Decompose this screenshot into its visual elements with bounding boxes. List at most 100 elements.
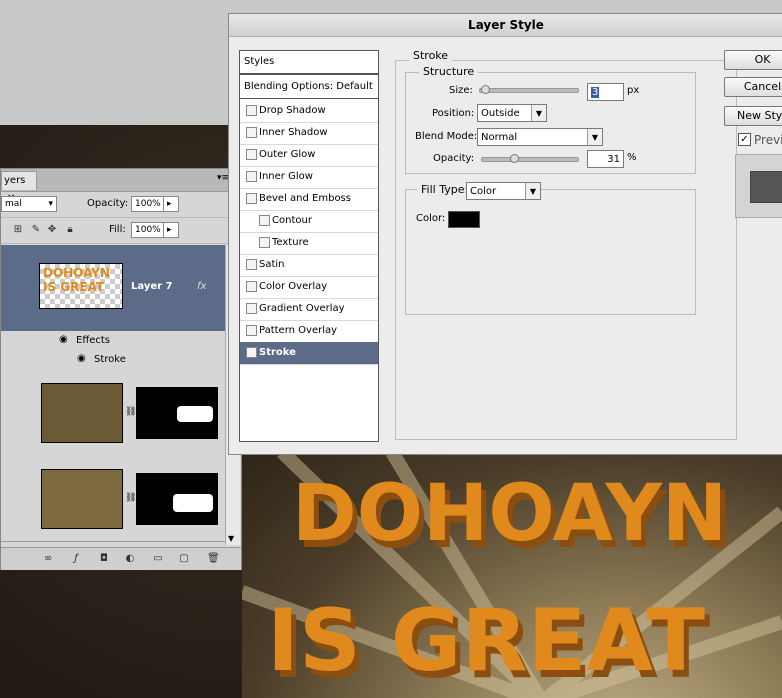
style-checkbox[interactable] <box>246 105 257 116</box>
blend-opacity-row: mal ▾ Opacity: 100% ▸ <box>1 191 241 218</box>
layer-fx-icon[interactable]: fx <box>197 281 206 292</box>
style-checkbox[interactable] <box>246 281 257 292</box>
style-item-gradient-overlay[interactable]: Gradient Overlay <box>240 298 378 321</box>
link-icon[interactable]: ⛓ <box>125 493 136 503</box>
layer-opacity-input[interactable]: 100% <box>131 196 165 212</box>
style-item-inner-glow[interactable]: Inner Glow <box>240 166 378 189</box>
style-item-label: Stroke <box>259 347 296 358</box>
preview-swatch <box>750 171 782 203</box>
lock-position-icon[interactable]: ✥ <box>47 225 57 235</box>
effects-row[interactable]: ◉ Effects <box>1 331 225 351</box>
scroll-down-arrow[interactable]: ▼ <box>228 534 234 543</box>
mask-shape <box>177 406 213 422</box>
layers-bottom-toolbar: ∞ ƒ ◘ ◐ ▭ ▢ 🗑︎ <box>1 547 241 570</box>
style-item-texture[interactable]: Texture <box>240 232 378 255</box>
stroke-color-swatch[interactable] <box>448 211 480 228</box>
adjustment-layer-icon[interactable]: ◐ <box>125 554 135 564</box>
new-style-button[interactable]: New Styl <box>724 106 782 126</box>
opacity-slider-knob[interactable] <box>509 154 519 163</box>
style-item-inner-shadow[interactable]: Inner Shadow <box>240 122 378 145</box>
style-checkbox[interactable] <box>246 149 257 160</box>
size-slider[interactable] <box>479 85 579 94</box>
style-checkbox[interactable] <box>246 325 257 336</box>
new-group-icon[interactable]: ▭ <box>153 554 163 564</box>
layer-row-texture-2[interactable]: ⛓ <box>1 455 225 542</box>
style-item-label: Bevel and Emboss <box>259 193 351 204</box>
lock-fill-row: ⊞ ✎ ✥ 🔒︎ Fill: 100% ▸ <box>1 217 241 244</box>
chevron-down-icon: ▾ <box>48 199 53 209</box>
styles-list: Styles Blending Options: Default Drop Sh… <box>239 50 379 442</box>
opacity-slider[interactable] <box>481 154 579 163</box>
ok-button[interactable]: OK <box>724 50 782 70</box>
style-item-label: Gradient Overlay <box>259 303 345 314</box>
styles-header-label: Styles <box>244 56 275 67</box>
style-checkbox[interactable] <box>246 127 257 138</box>
layer-row-selected[interactable]: DOHOAYN IS GREAT Layer 7 fx <box>1 245 225 332</box>
style-item-outer-glow[interactable]: Outer Glow <box>240 144 378 167</box>
stroke-section-title: Stroke <box>409 49 453 62</box>
style-checkbox[interactable] <box>259 215 270 226</box>
opacity-unit: % <box>627 152 637 163</box>
style-checkbox[interactable] <box>259 237 270 248</box>
add-mask-icon[interactable]: ◘ <box>99 554 109 564</box>
link-layers-icon[interactable]: ∞ <box>43 554 53 564</box>
style-item-pattern-overlay[interactable]: Pattern Overlay <box>240 320 378 343</box>
style-checkbox[interactable] <box>246 193 257 204</box>
size-input[interactable]: 3 <box>587 83 624 101</box>
layer-fill-arrow[interactable]: ▸ <box>163 222 179 238</box>
style-item-satin[interactable]: Satin <box>240 254 378 277</box>
layer-row-texture-1[interactable]: ⛓ <box>1 369 225 456</box>
size-label: Size: <box>449 85 473 96</box>
layer-thumbnail <box>41 383 123 443</box>
style-item-drop-shadow[interactable]: Drop Shadow <box>240 100 378 123</box>
preview-checkbox[interactable]: ✓ <box>738 133 751 146</box>
dialog-title-bar[interactable]: Layer Style <box>229 14 782 37</box>
blend-mode-value: Normal <box>481 132 518 143</box>
fill-type-label: Fill Type: <box>417 183 473 196</box>
fill-type-select[interactable]: Color ▼ <box>466 182 541 200</box>
layer-fill-input[interactable]: 100% <box>131 222 165 238</box>
style-checkbox[interactable] <box>246 303 257 314</box>
style-checkbox[interactable] <box>246 171 257 182</box>
tab-layers[interactable]: yers ✕ <box>1 171 37 204</box>
lock-transparency-icon[interactable]: ⊞ <box>13 225 23 235</box>
style-item-contour[interactable]: Contour <box>240 210 378 233</box>
style-checkbox[interactable] <box>246 259 257 270</box>
style-checkbox[interactable]: ✓ <box>246 347 257 358</box>
blend-mode-select[interactable]: Normal ▼ <box>477 128 603 146</box>
layer-fill-label: Fill: <box>109 224 126 235</box>
effects-label: Effects <box>76 335 110 346</box>
new-layer-icon[interactable]: ▢ <box>179 554 189 564</box>
lock-all-icon[interactable]: 🔒︎ <box>65 225 75 235</box>
eye-icon[interactable]: ◉ <box>59 334 68 345</box>
style-item-stroke[interactable]: ✓ Stroke <box>240 342 378 365</box>
dialog-title: Layer Style <box>468 18 544 32</box>
artwork-text-line2: IS GREAT <box>267 591 705 691</box>
cancel-button[interactable]: Cancel <box>724 77 782 97</box>
position-select[interactable]: Outside ▼ <box>477 104 547 122</box>
style-item-bevel-and-emboss[interactable]: Bevel and Emboss <box>240 188 378 211</box>
effect-stroke-row[interactable]: ◉ Stroke <box>1 350 225 370</box>
chevron-down-icon: ▼ <box>525 183 540 199</box>
layer-name[interactable]: Layer 7 <box>131 281 172 292</box>
style-item-color-overlay[interactable]: Color Overlay <box>240 276 378 299</box>
eye-icon[interactable]: ◉ <box>77 353 86 364</box>
layer-blend-mode-value: mal <box>5 199 22 209</box>
style-item-label: Texture <box>272 237 309 248</box>
lock-image-icon[interactable]: ✎ <box>31 225 41 235</box>
blending-options-item[interactable]: Blending Options: Default <box>240 76 378 99</box>
trash-icon[interactable]: 🗑︎ <box>207 554 220 564</box>
style-item-label: Inner Shadow <box>259 127 328 138</box>
add-style-icon[interactable]: ƒ <box>71 554 81 564</box>
opacity-input[interactable]: 31 <box>587 150 624 168</box>
layer-blend-mode-select[interactable]: mal ▾ <box>1 196 57 212</box>
styles-header[interactable]: Styles <box>240 51 378 75</box>
layer-fill-value: 100% <box>135 225 161 235</box>
layer-opacity-arrow[interactable]: ▸ <box>163 196 179 212</box>
link-icon[interactable]: ⛓ <box>125 407 136 417</box>
tab-layers-label: yers <box>4 175 26 186</box>
layer-opacity-label: Opacity: <box>87 198 129 209</box>
size-slider-knob[interactable] <box>480 85 490 94</box>
blending-options-label: Blending Options: Default <box>244 81 373 92</box>
ok-button-label: OK <box>754 53 771 66</box>
